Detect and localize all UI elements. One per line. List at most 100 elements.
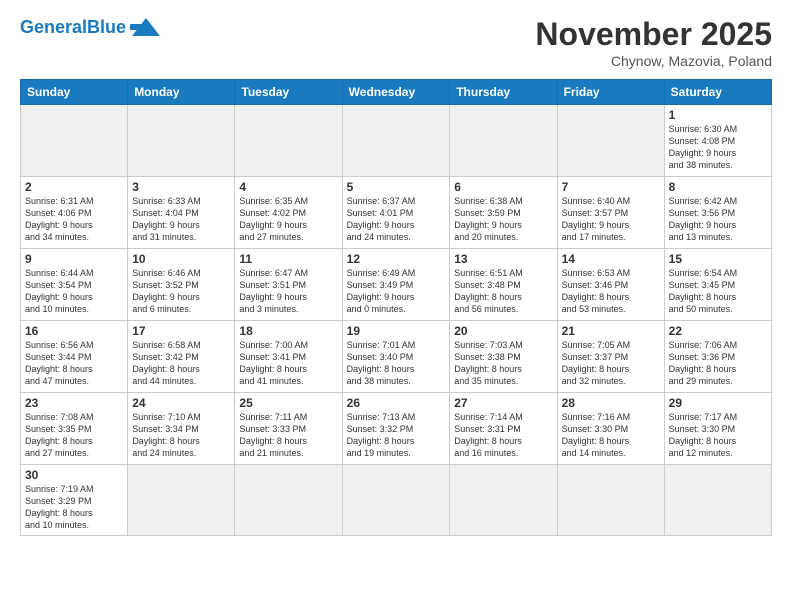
calendar-cell: 24Sunrise: 7:10 AM Sunset: 3:34 PM Dayli…: [128, 393, 235, 465]
day-info: Sunrise: 7:14 AM Sunset: 3:31 PM Dayligh…: [454, 411, 552, 460]
day-info: Sunrise: 7:06 AM Sunset: 3:36 PM Dayligh…: [669, 339, 767, 388]
calendar-cell: 4Sunrise: 6:35 AM Sunset: 4:02 PM Daylig…: [235, 177, 342, 249]
day-info: Sunrise: 7:00 AM Sunset: 3:41 PM Dayligh…: [239, 339, 337, 388]
day-info: Sunrise: 6:42 AM Sunset: 3:56 PM Dayligh…: [669, 195, 767, 244]
calendar-cell: 23Sunrise: 7:08 AM Sunset: 3:35 PM Dayli…: [21, 393, 128, 465]
day-number: 24: [132, 396, 230, 410]
calendar-cell: 13Sunrise: 6:51 AM Sunset: 3:48 PM Dayli…: [450, 249, 557, 321]
calendar-cell: 16Sunrise: 6:56 AM Sunset: 3:44 PM Dayli…: [21, 321, 128, 393]
calendar-cell: 6Sunrise: 6:38 AM Sunset: 3:59 PM Daylig…: [450, 177, 557, 249]
weekday-header-tuesday: Tuesday: [235, 80, 342, 105]
calendar-cell: 19Sunrise: 7:01 AM Sunset: 3:40 PM Dayli…: [342, 321, 450, 393]
calendar-cell: 27Sunrise: 7:14 AM Sunset: 3:31 PM Dayli…: [450, 393, 557, 465]
day-number: 30: [25, 468, 123, 482]
weekday-header-sunday: Sunday: [21, 80, 128, 105]
day-number: 12: [347, 252, 446, 266]
weekday-header-wednesday: Wednesday: [342, 80, 450, 105]
calendar-cell: 18Sunrise: 7:00 AM Sunset: 3:41 PM Dayli…: [235, 321, 342, 393]
calendar-cell: [450, 465, 557, 536]
day-info: Sunrise: 7:05 AM Sunset: 3:37 PM Dayligh…: [562, 339, 660, 388]
calendar-cell: [128, 465, 235, 536]
month-title: November 2025: [535, 16, 772, 53]
week-row-1: 2Sunrise: 6:31 AM Sunset: 4:06 PM Daylig…: [21, 177, 772, 249]
day-info: Sunrise: 7:19 AM Sunset: 3:29 PM Dayligh…: [25, 483, 123, 532]
calendar-cell: 22Sunrise: 7:06 AM Sunset: 3:36 PM Dayli…: [664, 321, 771, 393]
calendar-table: SundayMondayTuesdayWednesdayThursdayFrid…: [20, 79, 772, 536]
day-number: 25: [239, 396, 337, 410]
logo-icon: [130, 16, 162, 38]
logo: GeneralBlue: [20, 16, 162, 38]
day-info: Sunrise: 6:38 AM Sunset: 3:59 PM Dayligh…: [454, 195, 552, 244]
calendar-cell: [235, 105, 342, 177]
day-number: 20: [454, 324, 552, 338]
day-number: 22: [669, 324, 767, 338]
week-row-5: 30Sunrise: 7:19 AM Sunset: 3:29 PM Dayli…: [21, 465, 772, 536]
calendar-cell: [557, 465, 664, 536]
day-number: 7: [562, 180, 660, 194]
calendar-cell: 10Sunrise: 6:46 AM Sunset: 3:52 PM Dayli…: [128, 249, 235, 321]
weekday-header-monday: Monday: [128, 80, 235, 105]
day-number: 26: [347, 396, 446, 410]
day-info: Sunrise: 6:58 AM Sunset: 3:42 PM Dayligh…: [132, 339, 230, 388]
calendar-cell: 1Sunrise: 6:30 AM Sunset: 4:08 PM Daylig…: [664, 105, 771, 177]
day-number: 28: [562, 396, 660, 410]
day-number: 11: [239, 252, 337, 266]
calendar-cell: 14Sunrise: 6:53 AM Sunset: 3:46 PM Dayli…: [557, 249, 664, 321]
calendar-cell: [128, 105, 235, 177]
day-number: 10: [132, 252, 230, 266]
subtitle: Chynow, Mazovia, Poland: [535, 53, 772, 69]
day-info: Sunrise: 6:51 AM Sunset: 3:48 PM Dayligh…: [454, 267, 552, 316]
day-number: 4: [239, 180, 337, 194]
calendar-cell: 7Sunrise: 6:40 AM Sunset: 3:57 PM Daylig…: [557, 177, 664, 249]
calendar-cell: 9Sunrise: 6:44 AM Sunset: 3:54 PM Daylig…: [21, 249, 128, 321]
weekday-header-friday: Friday: [557, 80, 664, 105]
calendar-cell: [235, 465, 342, 536]
day-info: Sunrise: 7:16 AM Sunset: 3:30 PM Dayligh…: [562, 411, 660, 460]
calendar-cell: 26Sunrise: 7:13 AM Sunset: 3:32 PM Dayli…: [342, 393, 450, 465]
week-row-0: 1Sunrise: 6:30 AM Sunset: 4:08 PM Daylig…: [21, 105, 772, 177]
day-info: Sunrise: 6:35 AM Sunset: 4:02 PM Dayligh…: [239, 195, 337, 244]
day-info: Sunrise: 7:17 AM Sunset: 3:30 PM Dayligh…: [669, 411, 767, 460]
day-info: Sunrise: 6:40 AM Sunset: 3:57 PM Dayligh…: [562, 195, 660, 244]
calendar-cell: 2Sunrise: 6:31 AM Sunset: 4:06 PM Daylig…: [21, 177, 128, 249]
day-number: 17: [132, 324, 230, 338]
calendar-cell: 25Sunrise: 7:11 AM Sunset: 3:33 PM Dayli…: [235, 393, 342, 465]
day-number: 16: [25, 324, 123, 338]
logo-text: GeneralBlue: [20, 18, 126, 36]
logo-blue: Blue: [87, 17, 126, 37]
calendar-cell: 15Sunrise: 6:54 AM Sunset: 3:45 PM Dayli…: [664, 249, 771, 321]
calendar-cell: 29Sunrise: 7:17 AM Sunset: 3:30 PM Dayli…: [664, 393, 771, 465]
day-info: Sunrise: 6:54 AM Sunset: 3:45 PM Dayligh…: [669, 267, 767, 316]
week-row-4: 23Sunrise: 7:08 AM Sunset: 3:35 PM Dayli…: [21, 393, 772, 465]
day-number: 27: [454, 396, 552, 410]
day-number: 1: [669, 108, 767, 122]
day-info: Sunrise: 6:56 AM Sunset: 3:44 PM Dayligh…: [25, 339, 123, 388]
calendar-cell: 11Sunrise: 6:47 AM Sunset: 3:51 PM Dayli…: [235, 249, 342, 321]
day-number: 23: [25, 396, 123, 410]
week-row-3: 16Sunrise: 6:56 AM Sunset: 3:44 PM Dayli…: [21, 321, 772, 393]
title-block: November 2025 Chynow, Mazovia, Poland: [535, 16, 772, 69]
calendar-cell: [342, 465, 450, 536]
weekday-header-thursday: Thursday: [450, 80, 557, 105]
day-info: Sunrise: 7:01 AM Sunset: 3:40 PM Dayligh…: [347, 339, 446, 388]
calendar-cell: 3Sunrise: 6:33 AM Sunset: 4:04 PM Daylig…: [128, 177, 235, 249]
day-info: Sunrise: 7:11 AM Sunset: 3:33 PM Dayligh…: [239, 411, 337, 460]
day-info: Sunrise: 6:31 AM Sunset: 4:06 PM Dayligh…: [25, 195, 123, 244]
day-number: 29: [669, 396, 767, 410]
day-info: Sunrise: 7:13 AM Sunset: 3:32 PM Dayligh…: [347, 411, 446, 460]
day-info: Sunrise: 6:47 AM Sunset: 3:51 PM Dayligh…: [239, 267, 337, 316]
day-info: Sunrise: 7:08 AM Sunset: 3:35 PM Dayligh…: [25, 411, 123, 460]
calendar-cell: 20Sunrise: 7:03 AM Sunset: 3:38 PM Dayli…: [450, 321, 557, 393]
day-info: Sunrise: 6:33 AM Sunset: 4:04 PM Dayligh…: [132, 195, 230, 244]
calendar-cell: [21, 105, 128, 177]
calendar-cell: 21Sunrise: 7:05 AM Sunset: 3:37 PM Dayli…: [557, 321, 664, 393]
calendar-cell: 28Sunrise: 7:16 AM Sunset: 3:30 PM Dayli…: [557, 393, 664, 465]
day-info: Sunrise: 6:49 AM Sunset: 3:49 PM Dayligh…: [347, 267, 446, 316]
day-number: 13: [454, 252, 552, 266]
day-info: Sunrise: 6:30 AM Sunset: 4:08 PM Dayligh…: [669, 123, 767, 172]
day-number: 9: [25, 252, 123, 266]
day-info: Sunrise: 6:46 AM Sunset: 3:52 PM Dayligh…: [132, 267, 230, 316]
day-number: 2: [25, 180, 123, 194]
calendar-cell: [557, 105, 664, 177]
logo-general: General: [20, 17, 87, 37]
